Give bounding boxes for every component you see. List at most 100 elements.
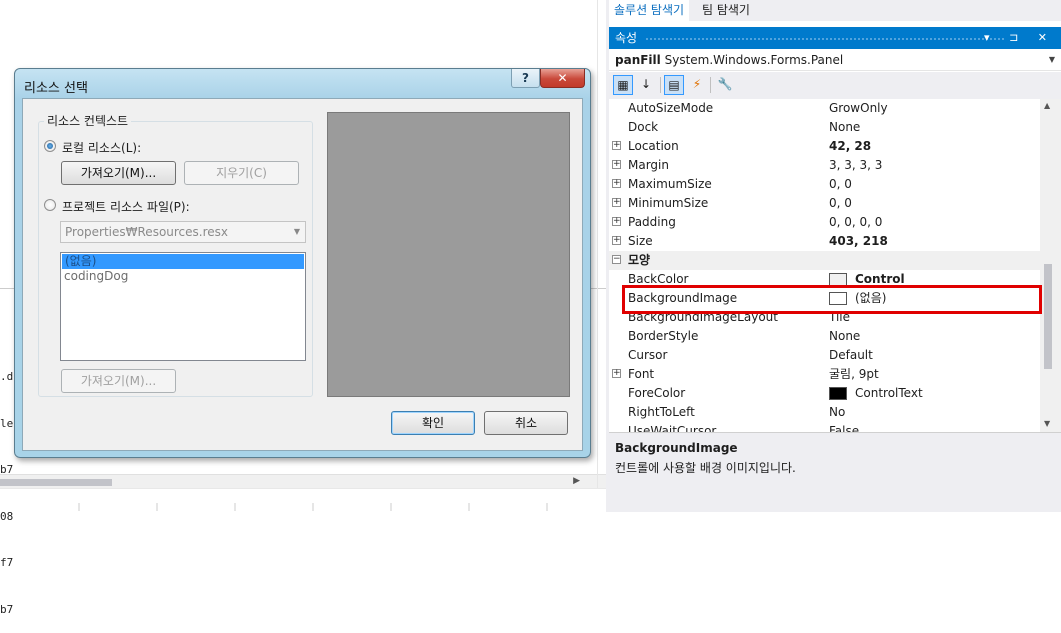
object-name: panFill: [615, 53, 661, 67]
local-resource-label[interactable]: 로컬 리소스(L):: [62, 139, 141, 156]
categorized-icon[interactable]: ▦: [613, 75, 633, 95]
collapse-icon[interactable]: −: [612, 255, 621, 264]
expand-icon[interactable]: +: [612, 141, 621, 150]
property-name: Location: [628, 139, 679, 153]
property-row[interactable]: ForeColor ControlText: [609, 384, 1040, 403]
properties-header: 속성 ▾ ⊐ ✕: [609, 27, 1061, 49]
scrollbar-thumb[interactable]: [1044, 264, 1052, 369]
property-value[interactable]: 0, 0: [829, 194, 852, 213]
events-icon[interactable]: ⚡: [687, 75, 707, 95]
property-pages-icon[interactable]: 🔧: [715, 75, 735, 95]
property-name: Cursor: [628, 348, 668, 362]
description-title: BackgroundImage: [615, 441, 738, 455]
property-row[interactable]: AutoSizeMode GrowOnly: [609, 99, 1040, 118]
close-button[interactable]: ✕: [540, 69, 585, 88]
property-name: Size: [628, 234, 653, 248]
property-name: Font: [628, 367, 655, 381]
properties-toolbar: ▦ ↓ ▤ ⚡ 🔧: [609, 72, 1061, 99]
dialog-client: 리소스 컨텍스트 로컬 리소스(L): 가져오기(M)... 지우기(C) 프로…: [22, 98, 583, 451]
list-item[interactable]: codingDog: [61, 269, 305, 284]
bottom-ruler: [0, 500, 606, 512]
import-button[interactable]: 가져오기(M)...: [61, 161, 176, 185]
project-resource-label[interactable]: 프로젝트 리소스 파일(P):: [62, 198, 190, 215]
property-row[interactable]: UseWaitCursor False: [609, 422, 1040, 432]
property-grid-scrollbar[interactable]: ▲ ▼: [1040, 99, 1061, 432]
property-row[interactable]: Cursor Default: [609, 346, 1040, 365]
expand-icon[interactable]: +: [612, 236, 621, 245]
property-row[interactable]: RightToLeft No: [609, 403, 1040, 422]
property-name: UseWaitCursor: [628, 424, 717, 432]
chevron-down-icon[interactable]: ▼: [1049, 49, 1055, 71]
property-row[interactable]: + Padding 0, 0, 0, 0: [609, 213, 1040, 232]
property-value[interactable]: No: [829, 403, 845, 422]
property-name: MinimumSize: [628, 196, 709, 210]
header-grip: [645, 37, 1005, 41]
help-button[interactable]: ?: [511, 69, 540, 88]
scrollbar-thumb[interactable]: [0, 479, 112, 486]
explorer-tabbar: 솔루션 탐색기 팀 탐색기: [609, 0, 1061, 21]
property-value[interactable]: GrowOnly: [829, 99, 888, 118]
scroll-right-icon[interactable]: ▶: [573, 476, 580, 486]
property-value[interactable]: ControlText: [855, 384, 923, 403]
object-type: System.Windows.Forms.Panel: [664, 53, 844, 67]
clear-button[interactable]: 지우기(C): [184, 161, 299, 185]
chevron-down-icon[interactable]: ▼: [294, 222, 300, 242]
ok-button[interactable]: 확인: [391, 411, 475, 435]
property-row[interactable]: BorderStyle None: [609, 327, 1040, 346]
property-value[interactable]: 3, 3, 3, 3: [829, 156, 882, 175]
property-row[interactable]: + MaximumSize 0, 0: [609, 175, 1040, 194]
expand-icon[interactable]: +: [612, 160, 621, 169]
property-grid: AutoSizeMode GrowOnly Dock None + Locati…: [609, 99, 1040, 432]
alphabetical-icon[interactable]: ↓: [636, 75, 656, 95]
object-selector[interactable]: panFill System.Windows.Forms.Panel ▼: [609, 49, 1061, 71]
property-value[interactable]: None: [829, 327, 860, 346]
properties-icon[interactable]: ▤: [664, 75, 684, 95]
expand-icon[interactable]: +: [612, 217, 621, 226]
property-value[interactable]: 403, 218: [829, 232, 888, 251]
resource-list[interactable]: (없음) codingDog: [60, 252, 306, 361]
toolbar-separator: [660, 77, 661, 93]
category-row[interactable]: − 모양: [609, 251, 1040, 270]
resource-file-value: Properties₩Resources.resx: [65, 225, 229, 239]
resource-file-combo[interactable]: Properties₩Resources.resx ▼: [60, 221, 306, 243]
property-value[interactable]: None: [829, 118, 860, 137]
property-value[interactable]: 0, 0: [829, 175, 852, 194]
property-row[interactable]: + Font 굴림, 9pt: [609, 365, 1040, 384]
property-row[interactable]: + MinimumSize 0, 0: [609, 194, 1040, 213]
import-button-2[interactable]: 가져오기(M)...: [61, 369, 176, 393]
property-value[interactable]: 굴림, 9pt: [829, 365, 879, 384]
description-text: 컨트롤에 사용할 배경 이미지입니다.: [615, 461, 796, 475]
tab-solution-explorer[interactable]: 솔루션 탐색기: [609, 0, 690, 21]
property-name: MaximumSize: [628, 177, 712, 191]
property-name: ForeColor: [628, 386, 686, 400]
property-value[interactable]: Default: [829, 346, 873, 365]
property-row[interactable]: + Location 42, 28: [609, 137, 1040, 156]
scroll-down-icon[interactable]: ▼: [1044, 419, 1050, 428]
project-resource-radio[interactable]: [44, 199, 56, 211]
property-value[interactable]: False: [829, 422, 859, 432]
property-name: Margin: [628, 158, 669, 172]
expand-icon[interactable]: +: [612, 179, 621, 188]
property-name: Padding: [628, 215, 676, 229]
list-item[interactable]: (없음): [62, 254, 304, 269]
property-value[interactable]: 0, 0, 0, 0: [829, 213, 882, 232]
group-label: 리소스 컨텍스트: [44, 112, 132, 129]
expand-icon[interactable]: +: [612, 369, 621, 378]
scroll-up-icon[interactable]: ▲: [1044, 101, 1050, 110]
header-window-icons[interactable]: ▾ ⊐ ✕: [984, 27, 1055, 49]
color-swatch: [829, 387, 847, 400]
resource-select-dialog: 리소스 선택 ? ✕ 리소스 컨텍스트 로컬 리소스(L): 가져오기(M)..…: [14, 68, 591, 458]
property-row[interactable]: Dock None: [609, 118, 1040, 137]
tab-team-explorer[interactable]: 팀 탐색기: [697, 0, 755, 21]
highlight-box: [622, 285, 1042, 314]
dialog-title: 리소스 선택: [24, 81, 88, 96]
expand-icon[interactable]: +: [612, 198, 621, 207]
property-value[interactable]: 42, 28: [829, 137, 871, 156]
local-resource-radio[interactable]: [44, 140, 56, 152]
description-pane: BackgroundImage 컨트롤에 사용할 배경 이미지입니다.: [609, 432, 1061, 512]
property-row[interactable]: + Margin 3, 3, 3, 3: [609, 156, 1040, 175]
property-name: RightToLeft: [628, 405, 695, 419]
horizontal-scrollbar[interactable]: ▶: [0, 474, 606, 488]
cancel-button[interactable]: 취소: [484, 411, 568, 435]
property-row[interactable]: + Size 403, 218: [609, 232, 1040, 251]
